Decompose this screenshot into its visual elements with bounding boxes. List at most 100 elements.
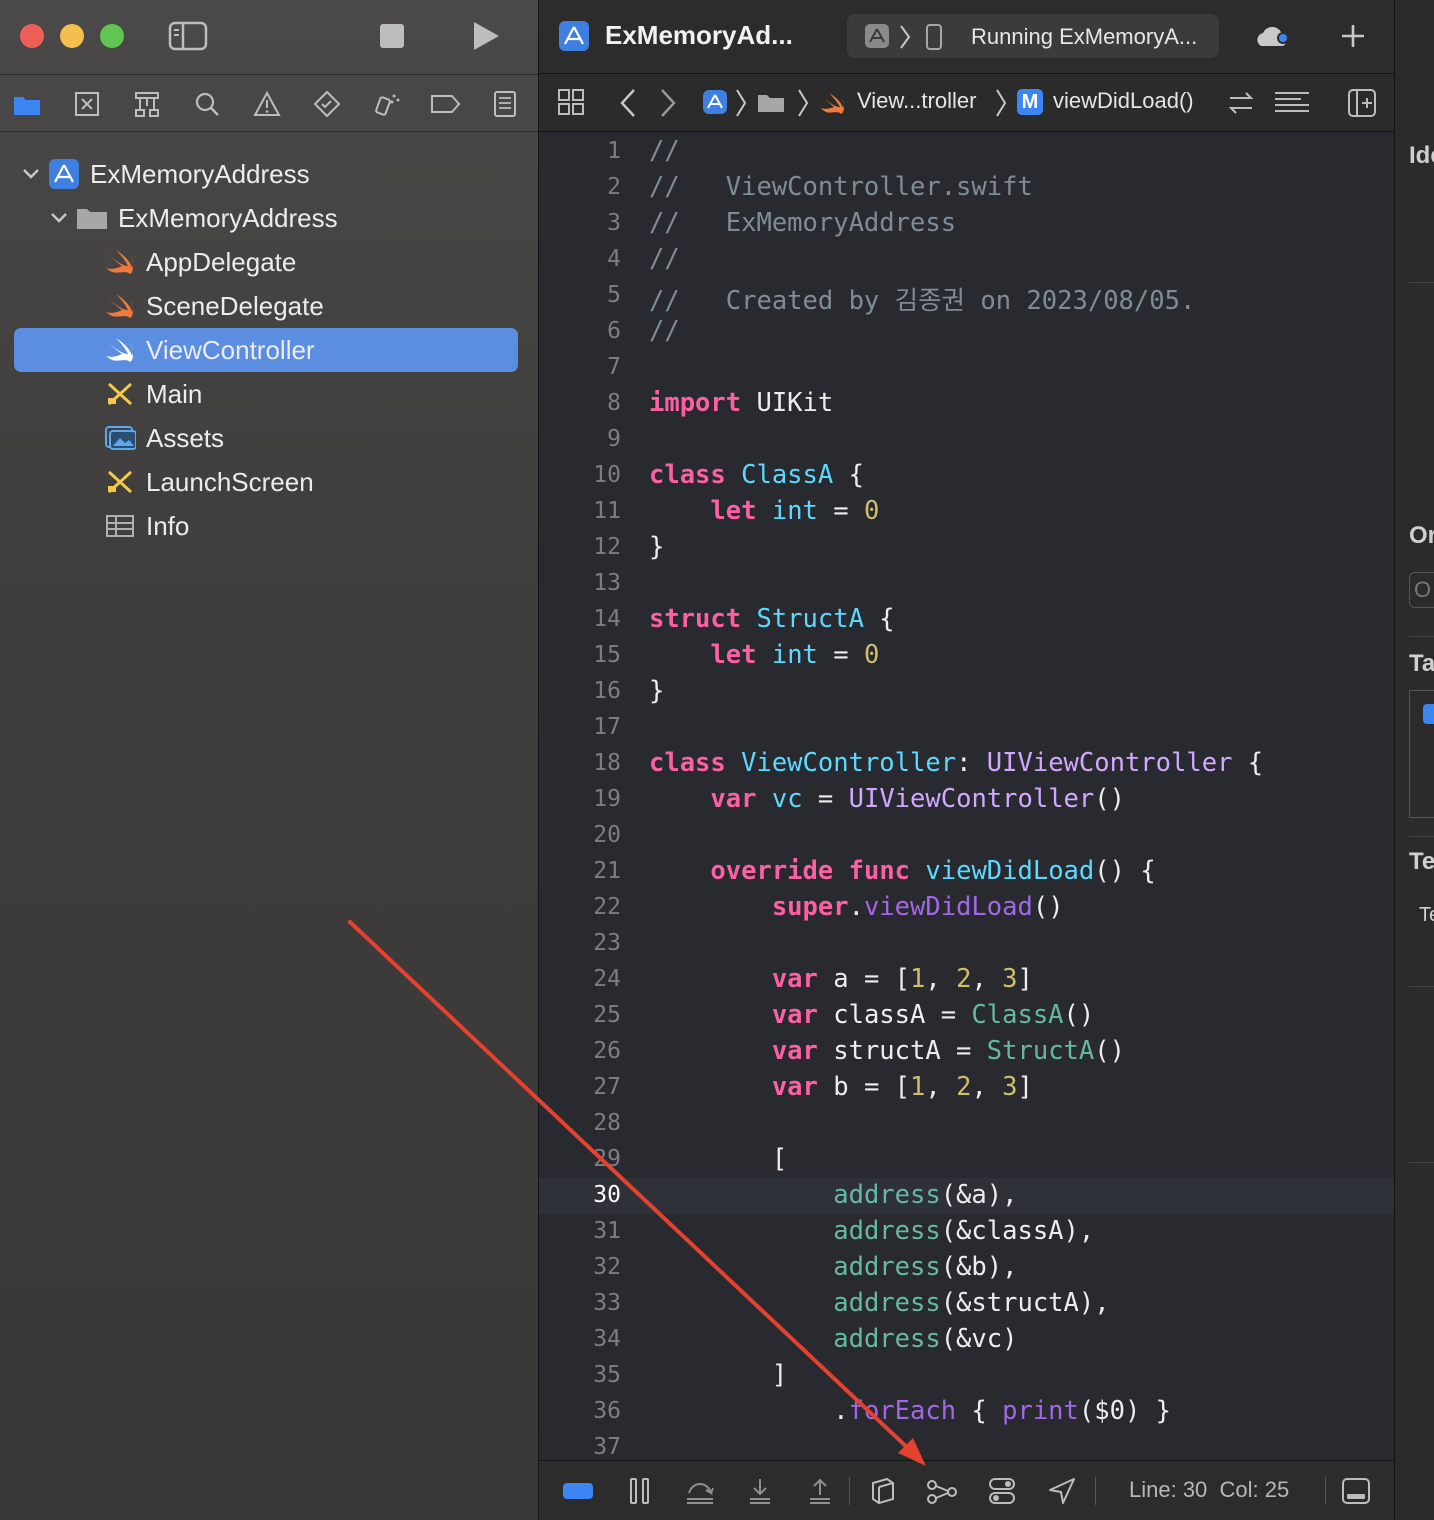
line-number[interactable]: 6 xyxy=(539,318,621,344)
code-line[interactable]: 6 // xyxy=(539,314,1395,350)
group-row[interactable]: ExMemoryAddress xyxy=(14,196,518,240)
hide-debug-area-icon[interactable] xyxy=(1339,1475,1373,1507)
line-number[interactable]: 23 xyxy=(539,930,621,956)
code-editor[interactable]: 1 // 2 // ViewController.swift 3 // ExMemoryA… xyxy=(539,134,1395,1460)
code-text[interactable]: class ViewController: UIViewController { xyxy=(649,748,1263,778)
code-line[interactable]: 31 address(&classA), xyxy=(539,1214,1395,1250)
file-row-assets[interactable]: Assets xyxy=(14,416,518,460)
code-line[interactable]: 1 // xyxy=(539,134,1395,170)
code-line[interactable]: 7 xyxy=(539,350,1395,386)
editor-options-icon[interactable] xyxy=(1273,90,1311,121)
file-row-main[interactable]: Main xyxy=(14,372,518,416)
code-line[interactable]: 13 xyxy=(539,566,1395,602)
line-number[interactable]: 20 xyxy=(539,822,621,848)
file-row-launchscreen[interactable]: LaunchScreen xyxy=(14,460,518,504)
code-line[interactable]: 19 var vc = UIViewController() xyxy=(539,782,1395,818)
view-hierarchy-icon[interactable] xyxy=(865,1475,899,1507)
step-over-icon[interactable] xyxy=(683,1475,717,1507)
code-text[interactable]: .forEach { print($0) } xyxy=(649,1396,1171,1426)
project-row[interactable]: ExMemoryAddress xyxy=(14,152,518,196)
close-window-button[interactable] xyxy=(20,24,44,48)
issue-navigator-icon[interactable] xyxy=(250,87,284,121)
line-number[interactable]: 18 xyxy=(539,750,621,776)
code-line[interactable]: 21 override func viewDidLoad() { xyxy=(539,854,1395,890)
code-text[interactable]: // xyxy=(649,316,680,346)
code-line[interactable]: 10 class ClassA { xyxy=(539,458,1395,494)
line-number[interactable]: 22 xyxy=(539,894,621,920)
code-text[interactable]: address(&a), xyxy=(649,1180,1017,1210)
project-navigator-icon[interactable] xyxy=(10,87,44,121)
code-text[interactable]: var classA = ClassA() xyxy=(649,1000,1094,1030)
line-number[interactable]: 8 xyxy=(539,390,621,416)
code-line[interactable]: 23 xyxy=(539,926,1395,962)
code-text[interactable]: var b = [1, 2, 3] xyxy=(649,1072,1033,1102)
code-text[interactable]: ] xyxy=(649,1360,787,1390)
method-crumb[interactable]: viewDidLoad() xyxy=(1053,88,1194,114)
forward-icon[interactable] xyxy=(659,88,677,123)
line-number[interactable]: 37 xyxy=(539,1434,621,1460)
add-editor-icon[interactable] xyxy=(1347,88,1377,123)
file-row-info[interactable]: Info xyxy=(14,504,518,548)
breakpoint-navigator-icon[interactable] xyxy=(428,87,462,121)
line-number[interactable]: 11 xyxy=(539,498,621,524)
memory-graph-icon[interactable] xyxy=(925,1475,959,1507)
pause-icon[interactable] xyxy=(623,1475,657,1507)
code-line[interactable]: 30 address(&a), xyxy=(539,1178,1395,1214)
code-line[interactable]: 15 let int = 0 xyxy=(539,638,1395,674)
line-number[interactable]: 19 xyxy=(539,786,621,812)
code-text[interactable]: var structA = StructA() xyxy=(649,1036,1125,1066)
code-line[interactable]: 37 xyxy=(539,1430,1395,1460)
code-text[interactable]: } xyxy=(649,676,664,706)
line-number[interactable]: 26 xyxy=(539,1038,621,1064)
report-navigator-icon[interactable] xyxy=(488,87,522,121)
back-icon[interactable] xyxy=(619,88,637,123)
folder-crumb-icon[interactable] xyxy=(757,92,785,119)
code-text[interactable]: address(&vc) xyxy=(649,1324,1017,1354)
symbol-navigator-icon[interactable] xyxy=(130,87,164,121)
code-text[interactable]: // Created by 김종권 on 2023/08/05. xyxy=(649,280,1195,317)
step-out-icon[interactable] xyxy=(803,1475,837,1507)
debug-area-toggle-icon[interactable] xyxy=(561,1475,595,1507)
line-number[interactable]: 12 xyxy=(539,534,621,560)
line-number[interactable]: 28 xyxy=(539,1110,621,1136)
code-text[interactable]: // ViewController.swift xyxy=(649,172,1033,202)
line-number[interactable]: 16 xyxy=(539,678,621,704)
code-line[interactable]: 22 super.viewDidLoad() xyxy=(539,890,1395,926)
line-number[interactable]: 34 xyxy=(539,1326,621,1352)
code-line[interactable]: 35 ] xyxy=(539,1358,1395,1394)
code-line[interactable]: 29 [ xyxy=(539,1142,1395,1178)
cloud-status-icon[interactable] xyxy=(1255,22,1291,57)
line-number[interactable]: 24 xyxy=(539,966,621,992)
line-number[interactable]: 33 xyxy=(539,1290,621,1316)
code-text[interactable]: import UIKit xyxy=(649,388,833,418)
code-text[interactable]: // xyxy=(649,136,680,166)
code-line[interactable]: 17 xyxy=(539,710,1395,746)
swap-icon[interactable] xyxy=(1227,90,1255,121)
chevron-down-icon[interactable] xyxy=(20,163,42,185)
code-line[interactable]: 33 address(&structA), xyxy=(539,1286,1395,1322)
test-navigator-icon[interactable] xyxy=(310,87,344,121)
add-icon[interactable] xyxy=(1339,22,1367,55)
line-number[interactable]: 5 xyxy=(539,282,621,308)
project-crumb-icon[interactable] xyxy=(703,90,727,114)
code-text[interactable]: let int = 0 xyxy=(649,640,879,670)
swift-file-icon[interactable] xyxy=(819,91,847,120)
code-text[interactable]: address(&classA), xyxy=(649,1216,1094,1246)
line-number[interactable]: 30 xyxy=(539,1182,621,1208)
code-line[interactable]: 9 xyxy=(539,422,1395,458)
code-line[interactable]: 28 xyxy=(539,1106,1395,1142)
code-text[interactable]: let int = 0 xyxy=(649,496,879,526)
code-line[interactable]: 25 var classA = ClassA() xyxy=(539,998,1395,1034)
step-into-icon[interactable] xyxy=(743,1475,777,1507)
code-text[interactable]: struct StructA { xyxy=(649,604,895,634)
code-line[interactable]: 32 address(&b), xyxy=(539,1250,1395,1286)
code-line[interactable]: 18 class ViewController: UIViewController… xyxy=(539,746,1395,782)
stop-icon[interactable] xyxy=(372,18,412,54)
scheme-title[interactable]: ExMemoryAd... xyxy=(605,20,793,51)
line-number[interactable]: 1 xyxy=(539,138,621,164)
inspector-field[interactable]: O xyxy=(1409,572,1434,608)
line-number[interactable]: 3 xyxy=(539,210,621,236)
line-number[interactable]: 36 xyxy=(539,1398,621,1424)
code-text[interactable]: var a = [1, 2, 3] xyxy=(649,964,1033,994)
sidebar-toggle-icon[interactable] xyxy=(168,18,208,54)
